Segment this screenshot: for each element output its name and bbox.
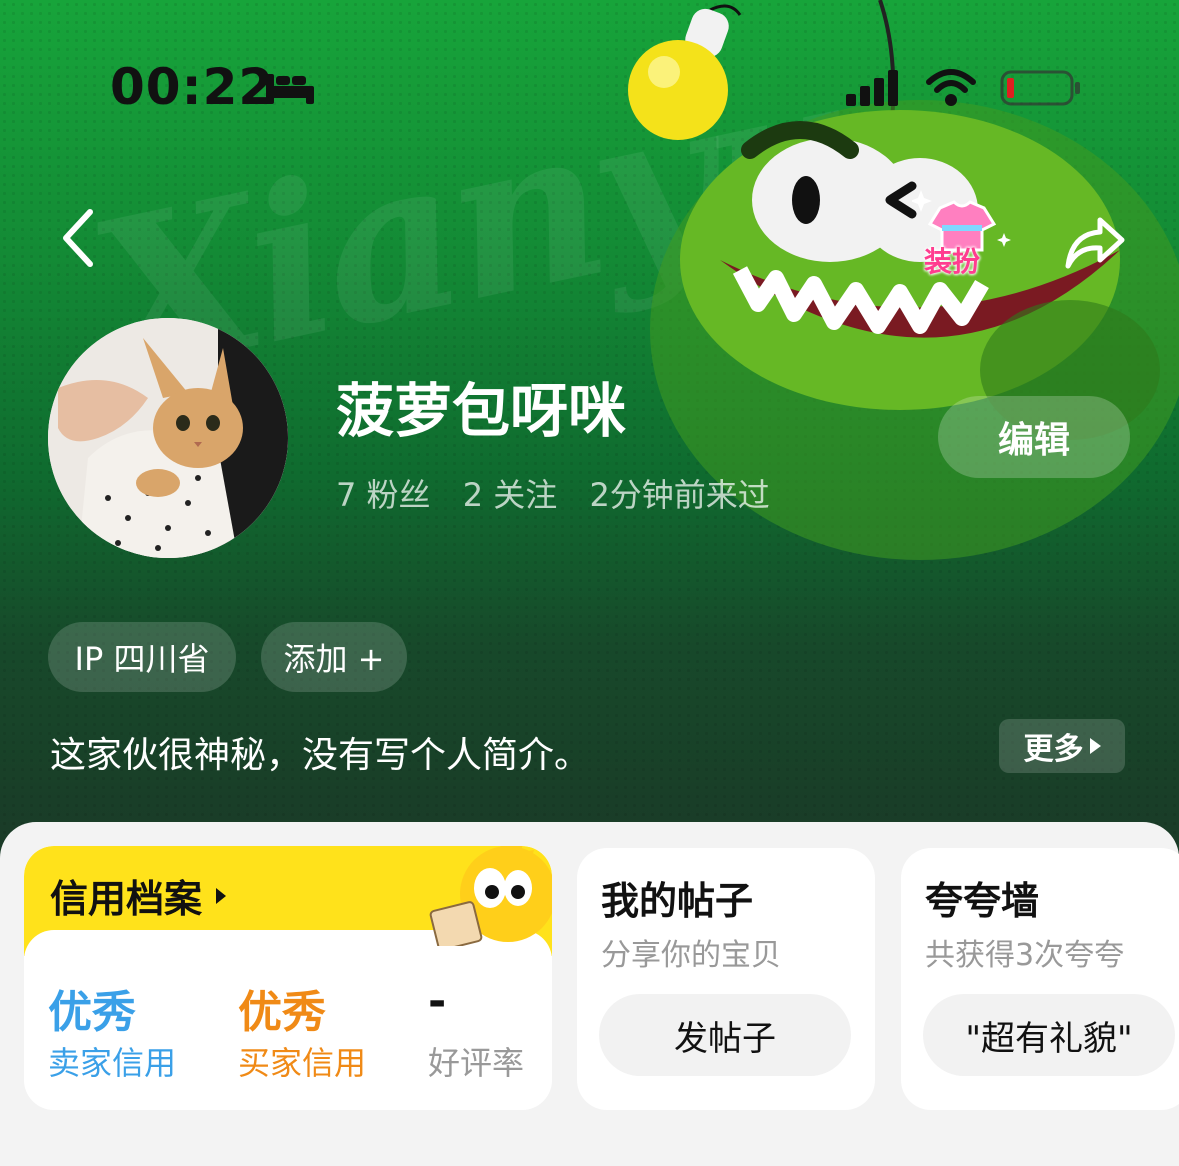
back-icon[interactable] <box>52 200 112 276</box>
create-post-button[interactable]: 发帖子 <box>599 994 851 1076</box>
profile-header: Xianyu 00:22 装扮 菠萝包呀咪 7 粉丝 2 关注 2分钟前来过 编… <box>0 0 1179 860</box>
praise-wall-card[interactable]: 夸夸墙 共获得3次夸夸 "超有礼貌" <box>901 848 1179 1110</box>
posts-title: 我的帖子 <box>601 879 754 923</box>
fans-count[interactable]: 7 粉丝 <box>336 476 431 514</box>
my-posts-card[interactable]: 我的帖子 分享你的宝贝 发帖子 <box>577 848 875 1110</box>
posts-subtitle: 分享你的宝贝 <box>601 938 781 973</box>
credit-title[interactable]: 信用档案 <box>50 868 227 923</box>
status-time: 00:22 <box>110 58 275 116</box>
add-tag-button[interactable]: 添加 + <box>261 622 407 692</box>
profile-stats: 7 粉丝 2 关注 2分钟前来过 <box>336 470 792 516</box>
cell-signal-icon <box>846 70 898 106</box>
rating-label: 好评率 <box>428 1044 525 1082</box>
following-count[interactable]: 2 关注 <box>463 476 558 514</box>
more-label: 更多 <box>1023 732 1084 767</box>
buyer-credit-value: 优秀 <box>238 987 326 1038</box>
edit-profile-button[interactable]: 编辑 <box>938 396 1130 478</box>
bio-text: 这家伙很神秘，没有写个人简介。 <box>50 735 591 776</box>
wifi-icon <box>926 69 976 106</box>
praise-subtitle: 共获得3次夸夸 <box>925 938 1125 973</box>
credit-profile-card[interactable]: 信用档案 优秀 卖家信用 优秀 买家信用 - 好评率 <box>24 846 552 1110</box>
praise-title: 夸夸墙 <box>925 879 1040 923</box>
caret-right-icon <box>216 887 227 904</box>
username: 菠萝包呀咪 <box>336 377 627 445</box>
praise-tag[interactable]: "超有礼貌" <box>923 994 1175 1076</box>
ip-location-tag: IP 四川省 <box>48 622 236 692</box>
sleep-mode-icon <box>266 74 314 104</box>
battery-low-icon <box>1000 70 1080 106</box>
last-seen: 2分钟前来过 <box>589 476 770 514</box>
buyer-credit-label: 买家信用 <box>238 1044 367 1082</box>
share-icon[interactable] <box>1062 210 1128 274</box>
rating-value: - <box>428 976 447 1027</box>
caret-right-icon <box>1089 738 1101 754</box>
seller-credit-label: 卖家信用 <box>48 1044 177 1082</box>
cat-photo <box>48 318 288 558</box>
avatar[interactable] <box>48 318 288 558</box>
more-button[interactable]: 更多 <box>999 719 1125 773</box>
dressup-label[interactable]: 装扮 <box>924 240 980 280</box>
seller-credit-value: 优秀 <box>48 987 136 1038</box>
credit-mascot-icon <box>429 846 552 946</box>
